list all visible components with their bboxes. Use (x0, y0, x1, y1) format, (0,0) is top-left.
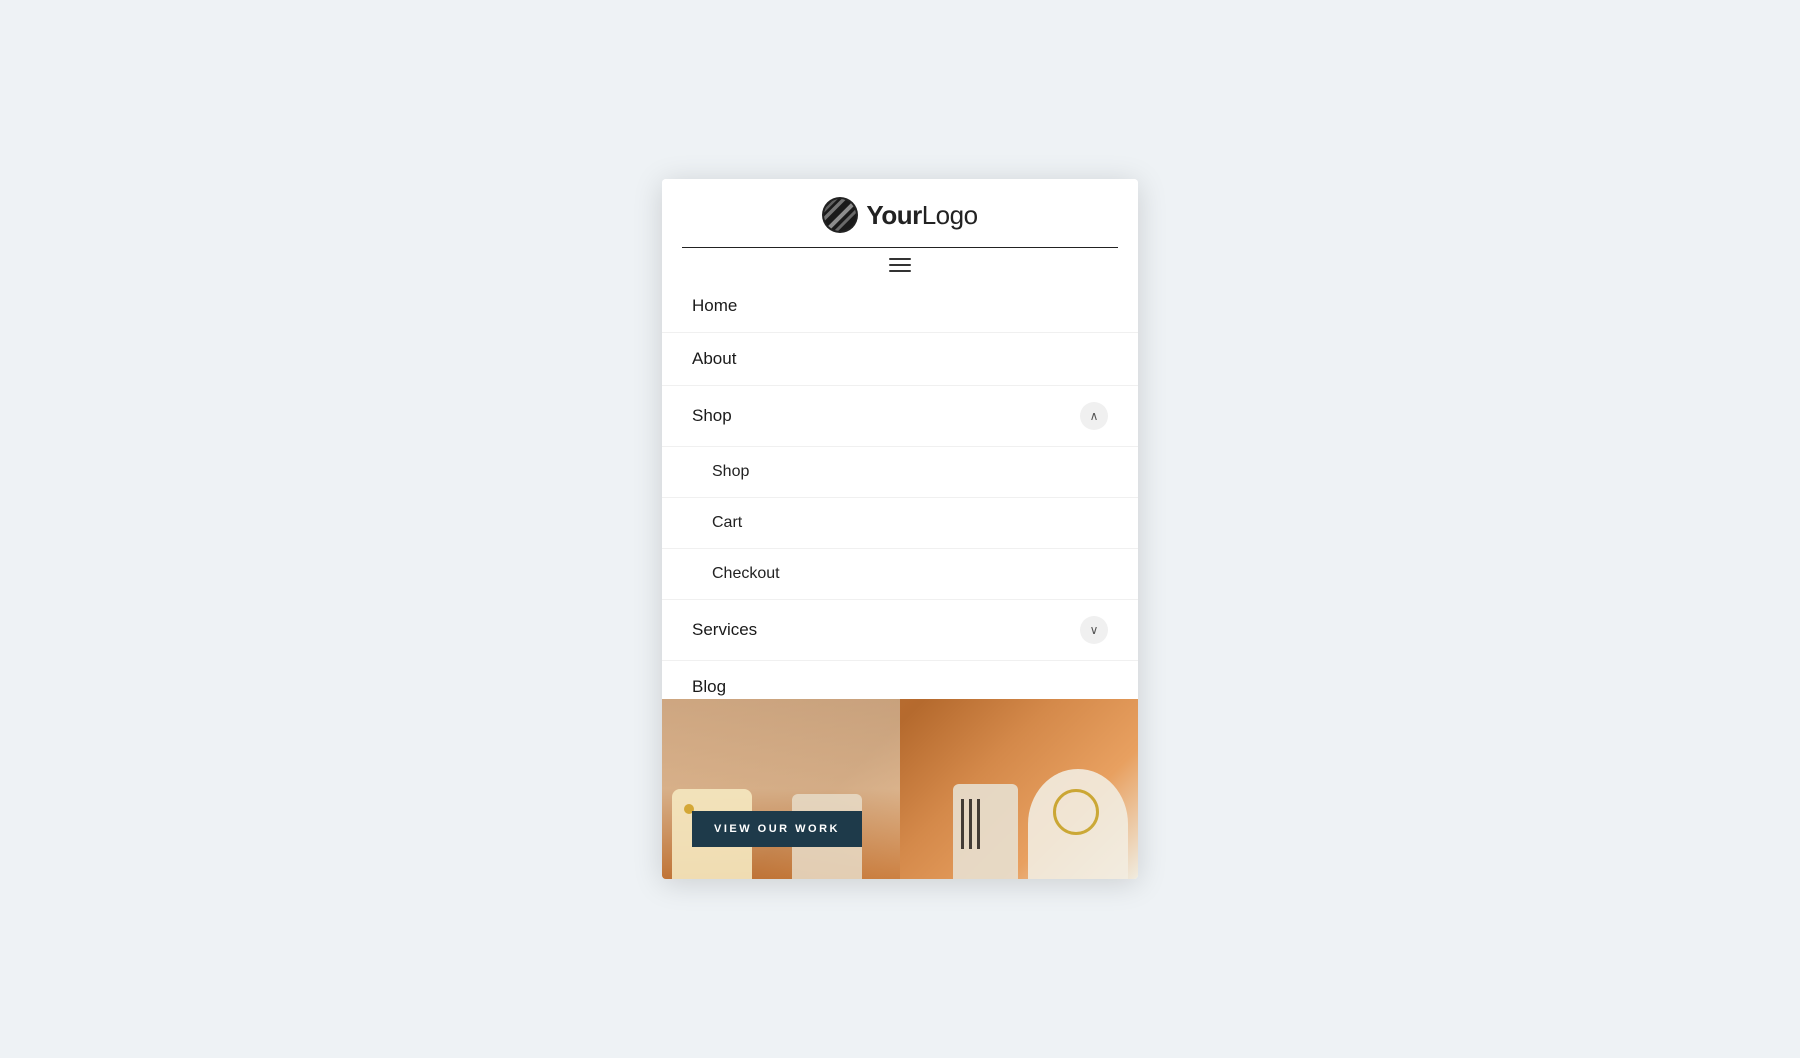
hero-image: VIEW OUR WORK (662, 699, 1138, 879)
nav-label-shop-sub: Shop (712, 463, 749, 481)
nav-label-shop: Shop (692, 406, 732, 426)
nav-item-shop-sub[interactable]: Shop (662, 447, 1138, 498)
nav-menu: Home About Shop ∧ Shop Cart Checkout Ser… (662, 280, 1138, 699)
nav-item-about[interactable]: About (662, 333, 1138, 386)
hamburger-bar (682, 247, 1118, 280)
hamburger-button[interactable] (889, 258, 911, 272)
pillow-right (1028, 769, 1128, 879)
pillow-stripe (953, 784, 1018, 879)
nav-label-blog: Blog (692, 677, 726, 697)
view-our-work-button[interactable]: VIEW OUR WORK (692, 811, 862, 847)
chevron-up-icon: ∧ (1090, 409, 1099, 423)
nav-label-checkout: Checkout (712, 565, 780, 583)
nav-label-home: Home (692, 296, 737, 316)
services-chevron-button[interactable]: ∨ (1080, 616, 1108, 644)
nav-item-home[interactable]: Home (662, 280, 1138, 333)
nav-label-about: About (692, 349, 736, 369)
nav-item-blog[interactable]: Blog (662, 661, 1138, 699)
nav-item-checkout[interactable]: Checkout (662, 549, 1138, 600)
nav-item-shop[interactable]: Shop ∧ (662, 386, 1138, 447)
header: YourLogo (662, 179, 1138, 280)
nav-item-services[interactable]: Services ∨ (662, 600, 1138, 661)
chevron-down-icon: ∨ (1090, 623, 1099, 637)
nav-label-services: Services (692, 620, 757, 640)
nav-item-cart[interactable]: Cart (662, 498, 1138, 549)
shop-chevron-button[interactable]: ∧ (1080, 402, 1108, 430)
nav-label-cart: Cart (712, 514, 742, 532)
logo-text: YourLogo (866, 200, 977, 231)
logo-icon (822, 197, 858, 233)
phone-frame: YourLogo Home About Shop ∧ Shop (662, 179, 1138, 879)
logo-area: YourLogo (822, 197, 977, 233)
